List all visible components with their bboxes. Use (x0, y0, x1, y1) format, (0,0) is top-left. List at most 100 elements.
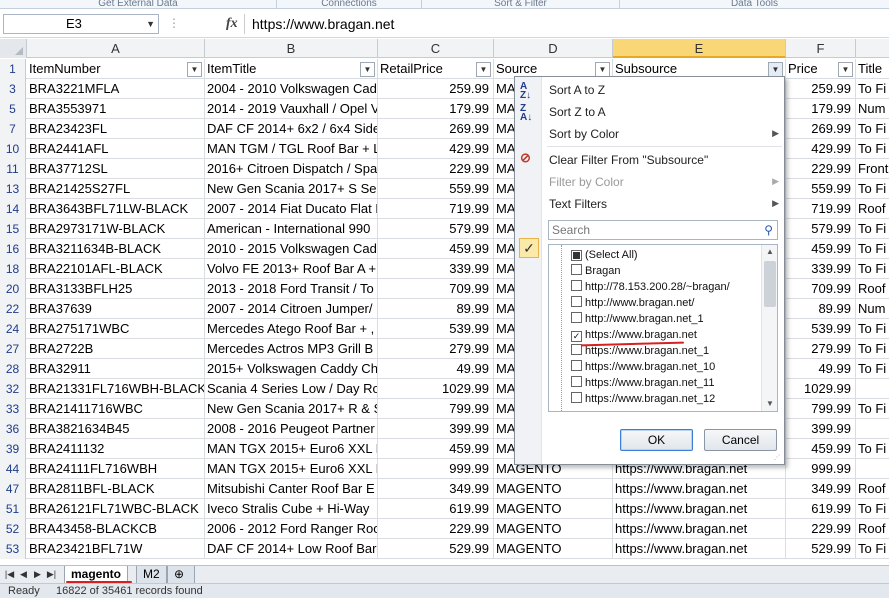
filter-value-item[interactable]: http://78.153.200.28/~bragan/ (571, 279, 730, 295)
column-header-f[interactable]: F (786, 39, 856, 58)
sheet-tab-m2[interactable]: M2 (136, 566, 167, 584)
header-cell-title[interactable]: Title (856, 59, 889, 79)
new-sheet-icon[interactable]: ⊕ (167, 566, 195, 584)
header-cell-itemtitle[interactable]: ItemTitle ▼ (205, 59, 378, 79)
cell-item[interactable]: BRA43458-BLACKCB (27, 519, 205, 539)
cell-retail[interactable]: 269.99 (378, 119, 494, 139)
checkbox-unchecked-icon[interactable] (571, 312, 582, 323)
cell-retail[interactable]: 619.99 (378, 499, 494, 519)
row-number[interactable]: 53 (0, 539, 26, 559)
cell-title[interactable]: Mitsubishi Canter Roof Bar E (205, 479, 378, 499)
column-header-d[interactable]: D (494, 39, 613, 58)
cell-title[interactable]: Iveco Stralis Cube + Hi-Way (205, 499, 378, 519)
cell-title[interactable]: Mercedes Atego Roof Bar + , (205, 319, 378, 339)
filter-dropdown-icon[interactable]: ▼ (595, 62, 610, 77)
cell-item[interactable]: BRA3211634B-BLACK (27, 239, 205, 259)
cell-item[interactable]: BRA3643BFL71LW-BLACK (27, 199, 205, 219)
cell-title[interactable]: DAF CF 2014+ Low Roof Bar E (205, 539, 378, 559)
cell-retail[interactable]: 999.99 (378, 459, 494, 479)
cell-price[interactable]: 619.99 (786, 499, 856, 519)
cell-title[interactable]: MAN TGX 2015+ Euro6 XXL R (205, 459, 378, 479)
checkbox-unchecked-icon[interactable] (571, 296, 582, 307)
checkbox-unchecked-icon[interactable] (571, 392, 582, 403)
sort-z-to-a-item[interactable]: Sort Z to A (549, 105, 606, 119)
cell-title[interactable]: 2008 - 2016 Peugeot Partner (205, 419, 378, 439)
cell-source[interactable]: MAGENTO (494, 479, 613, 499)
cell-t[interactable]: To Fi (856, 179, 889, 199)
cell-retail[interactable]: 339.99 (378, 259, 494, 279)
row-number[interactable]: 18 (0, 259, 26, 279)
cell-title[interactable]: 2013 - 2018 Ford Transit / To (205, 279, 378, 299)
column-header-b[interactable]: B (205, 39, 378, 58)
cell-item[interactable]: BRA2722B (27, 339, 205, 359)
row-number[interactable]: 20 (0, 279, 26, 299)
cell-t[interactable]: To Fi (856, 339, 889, 359)
cell-t[interactable]: Num (856, 299, 889, 319)
cell-price[interactable]: 229.99 (786, 159, 856, 179)
last-sheet-icon[interactable]: ▶| (46, 568, 57, 581)
cell-price[interactable]: 1029.99 (786, 379, 856, 399)
text-filters-item[interactable]: Text Filters ▶ (549, 197, 779, 211)
cell-price[interactable]: 529.99 (786, 539, 856, 559)
cell-price[interactable]: 799.99 (786, 399, 856, 419)
ribbon-group-sort-filter[interactable]: Sort & Filter (422, 0, 620, 8)
row-number[interactable]: 32 (0, 379, 26, 399)
cell-t[interactable]: To Fi (856, 319, 889, 339)
checkbox-partial-icon[interactable] (571, 250, 582, 261)
cell-title[interactable]: New Gen Scania 2017+ R & S (205, 399, 378, 419)
filter-dropdown-icon[interactable]: ▼ (838, 62, 853, 77)
filter-value-item[interactable]: https://www.bragan.net_10 (571, 359, 715, 375)
checkbox-checked-icon[interactable]: ✓ (571, 331, 582, 342)
cell-title[interactable]: 2004 - 2010 Volkswagen Cad (205, 79, 378, 99)
scroll-down-icon[interactable]: ▼ (762, 397, 777, 411)
cell-price[interactable]: 399.99 (786, 419, 856, 439)
filter-dropdown-icon[interactable]: ▼ (187, 62, 202, 77)
cell-t[interactable]: To Fi (856, 239, 889, 259)
row-number[interactable]: 5 (0, 99, 26, 119)
cell-title[interactable]: 2007 - 2014 Fiat Ducato Flat L (205, 199, 378, 219)
cell-item[interactable]: BRA37639 (27, 299, 205, 319)
cell-item[interactable]: BRA22101AFL-BLACK (27, 259, 205, 279)
cell-title[interactable]: 2014 - 2019 Vauxhall / Opel V (205, 99, 378, 119)
cell-item[interactable]: BRA3553971 (27, 99, 205, 119)
cell-sub[interactable]: https://www.bragan.net (613, 519, 786, 539)
row-number[interactable]: 15 (0, 219, 26, 239)
cell-item[interactable]: BRA3821634B45 (27, 419, 205, 439)
cell-price[interactable]: 349.99 (786, 479, 856, 499)
cell-retail[interactable]: 709.99 (378, 279, 494, 299)
cell-item[interactable]: BRA26121FL71WBC-BLACK (27, 499, 205, 519)
cell-title[interactable]: American - International 990 (205, 219, 378, 239)
cell-t[interactable]: Roof (856, 519, 889, 539)
filter-dropdown-icon[interactable]: ▼ (360, 62, 375, 77)
ribbon-group-connections[interactable]: Connections (277, 0, 422, 8)
cell-retail[interactable]: 459.99 (378, 439, 494, 459)
row-number[interactable]: 28 (0, 359, 26, 379)
cell-t[interactable]: Front (856, 159, 889, 179)
cell-t[interactable]: To Fi (856, 539, 889, 559)
cell-sub[interactable]: https://www.bragan.net (613, 479, 786, 499)
cell-title[interactable]: Mercedes Actros MP3 Grill B (205, 339, 378, 359)
header-cell-price[interactable]: Price ▼ (786, 59, 856, 79)
column-header-c[interactable]: C (378, 39, 494, 58)
cell-t[interactable]: Roof (856, 479, 889, 499)
cell-price[interactable]: 229.99 (786, 519, 856, 539)
ribbon-group-get-external-data[interactable]: Get External Data (0, 0, 277, 8)
cell-item[interactable]: BRA23423FL (27, 119, 205, 139)
cell-price[interactable]: 459.99 (786, 239, 856, 259)
cell-t[interactable] (856, 419, 889, 439)
cell-title[interactable]: 2006 - 2012 Ford Ranger Roo (205, 519, 378, 539)
column-header-e[interactable]: E (613, 39, 786, 58)
cell-item[interactable]: BRA21411716WBC (27, 399, 205, 419)
cell-item[interactable]: BRA2441AFL (27, 139, 205, 159)
checkbox-unchecked-icon[interactable] (571, 280, 582, 291)
cell-retail[interactable]: 179.99 (378, 99, 494, 119)
sort-by-color-item[interactable]: Sort by Color ▶ (549, 127, 779, 141)
row-number[interactable]: 33 (0, 399, 26, 419)
filter-value-item[interactable]: https://www.bragan.net_11 (571, 375, 714, 391)
cell-item[interactable]: BRA2811BFL-BLACK (27, 479, 205, 499)
row-number[interactable]: 39 (0, 439, 26, 459)
cell-price[interactable]: 269.99 (786, 119, 856, 139)
cell-title[interactable]: Volvo FE 2013+ Roof Bar A + (205, 259, 378, 279)
cell-retail[interactable]: 799.99 (378, 399, 494, 419)
cell-price[interactable]: 49.99 (786, 359, 856, 379)
